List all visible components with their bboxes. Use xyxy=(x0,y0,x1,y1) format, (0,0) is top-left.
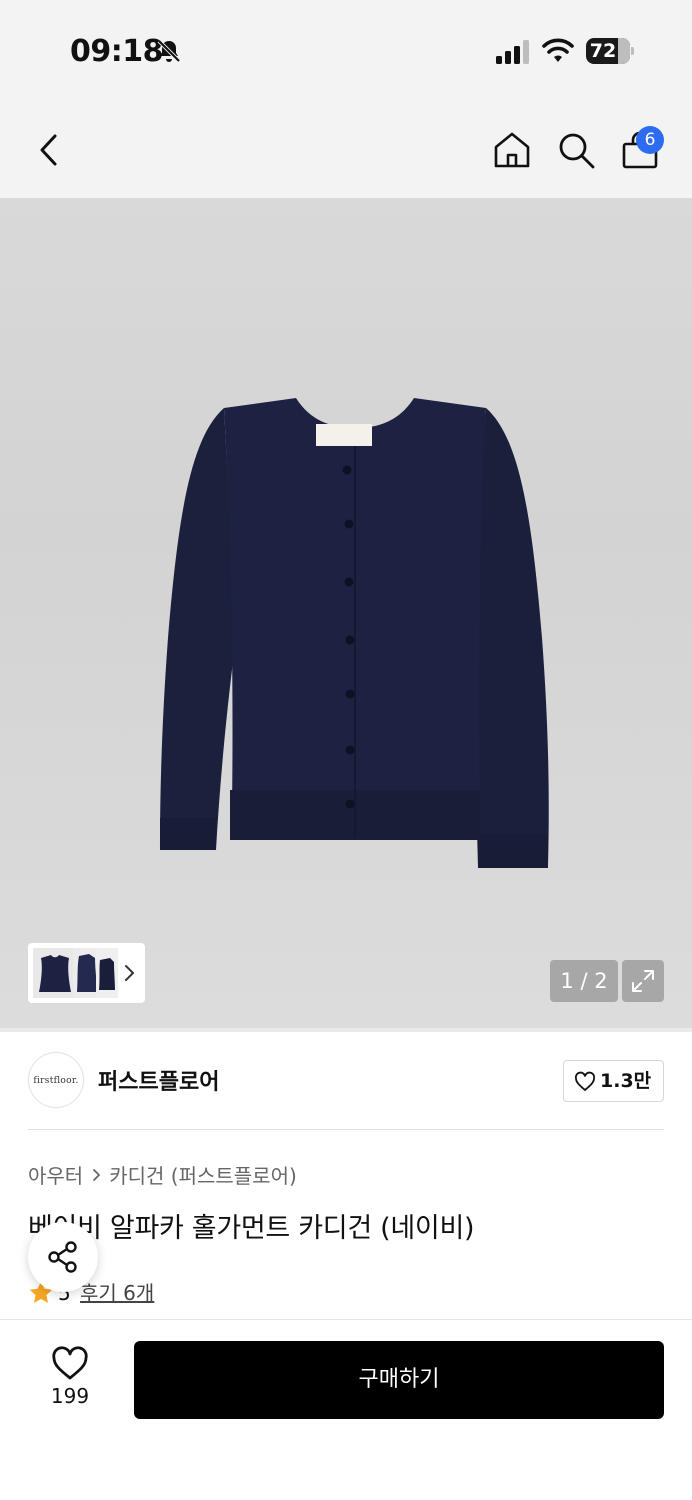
buy-button[interactable]: 구매하기 xyxy=(134,1341,664,1419)
review-link[interactable]: 후기 6개 xyxy=(80,1278,154,1308)
navigation-bar: 6 xyxy=(0,100,692,198)
expand-image-button[interactable] xyxy=(622,960,664,1002)
battery-icon: 72 xyxy=(586,38,634,64)
back-icon[interactable] xyxy=(32,132,68,168)
cellular-signal-icon xyxy=(496,40,529,64)
wifi-icon xyxy=(542,38,574,62)
status-time: 09:18 xyxy=(70,34,164,69)
breadcrumb: 아우터 카디건 (퍼스트플로어) xyxy=(28,1160,297,1188)
search-icon[interactable] xyxy=(556,130,596,170)
bell-slash-icon xyxy=(157,39,181,63)
home-icon[interactable] xyxy=(492,130,532,170)
thumbnail-3[interactable] xyxy=(96,948,118,998)
product-image[interactable] xyxy=(150,398,560,888)
thumbnail-strip[interactable] xyxy=(28,943,145,1003)
breadcrumb-item-cardigan[interactable]: 카디건 (퍼스트플로어) xyxy=(109,1160,297,1189)
product-title: 베이비 알파카 홀가먼트 카디건 (네이비) xyxy=(28,1213,475,1244)
wish-count: 199 xyxy=(50,1384,90,1408)
brand-name[interactable]: 퍼스트플로어 xyxy=(98,1064,219,1096)
divider xyxy=(28,1129,664,1130)
image-page-counter: 1 / 2 xyxy=(550,960,618,1002)
chevron-right-icon[interactable] xyxy=(123,961,137,985)
divider xyxy=(0,1028,692,1032)
status-bar: 09:18 72 xyxy=(0,0,692,100)
heart-icon[interactable] xyxy=(50,1346,90,1382)
brand-logo[interactable]: firstfloor. xyxy=(28,1052,84,1108)
share-button[interactable] xyxy=(28,1222,98,1292)
cart-badge: 6 xyxy=(636,126,664,154)
share-icon xyxy=(48,1241,77,1273)
breadcrumb-item-outer[interactable]: 아우터 xyxy=(28,1160,83,1189)
brand-row[interactable]: firstfloor. 퍼스트플로어 1.3만 xyxy=(28,1050,664,1110)
brand-like-count: 1.3만 xyxy=(600,1070,652,1092)
thumbnail-1[interactable] xyxy=(33,948,77,998)
brand-like-button[interactable]: 1.3만 xyxy=(563,1060,664,1102)
heart-icon xyxy=(574,1071,596,1091)
battery-level: 72 xyxy=(589,40,617,62)
chevron-right-icon xyxy=(93,1168,101,1181)
expand-icon xyxy=(632,970,654,992)
